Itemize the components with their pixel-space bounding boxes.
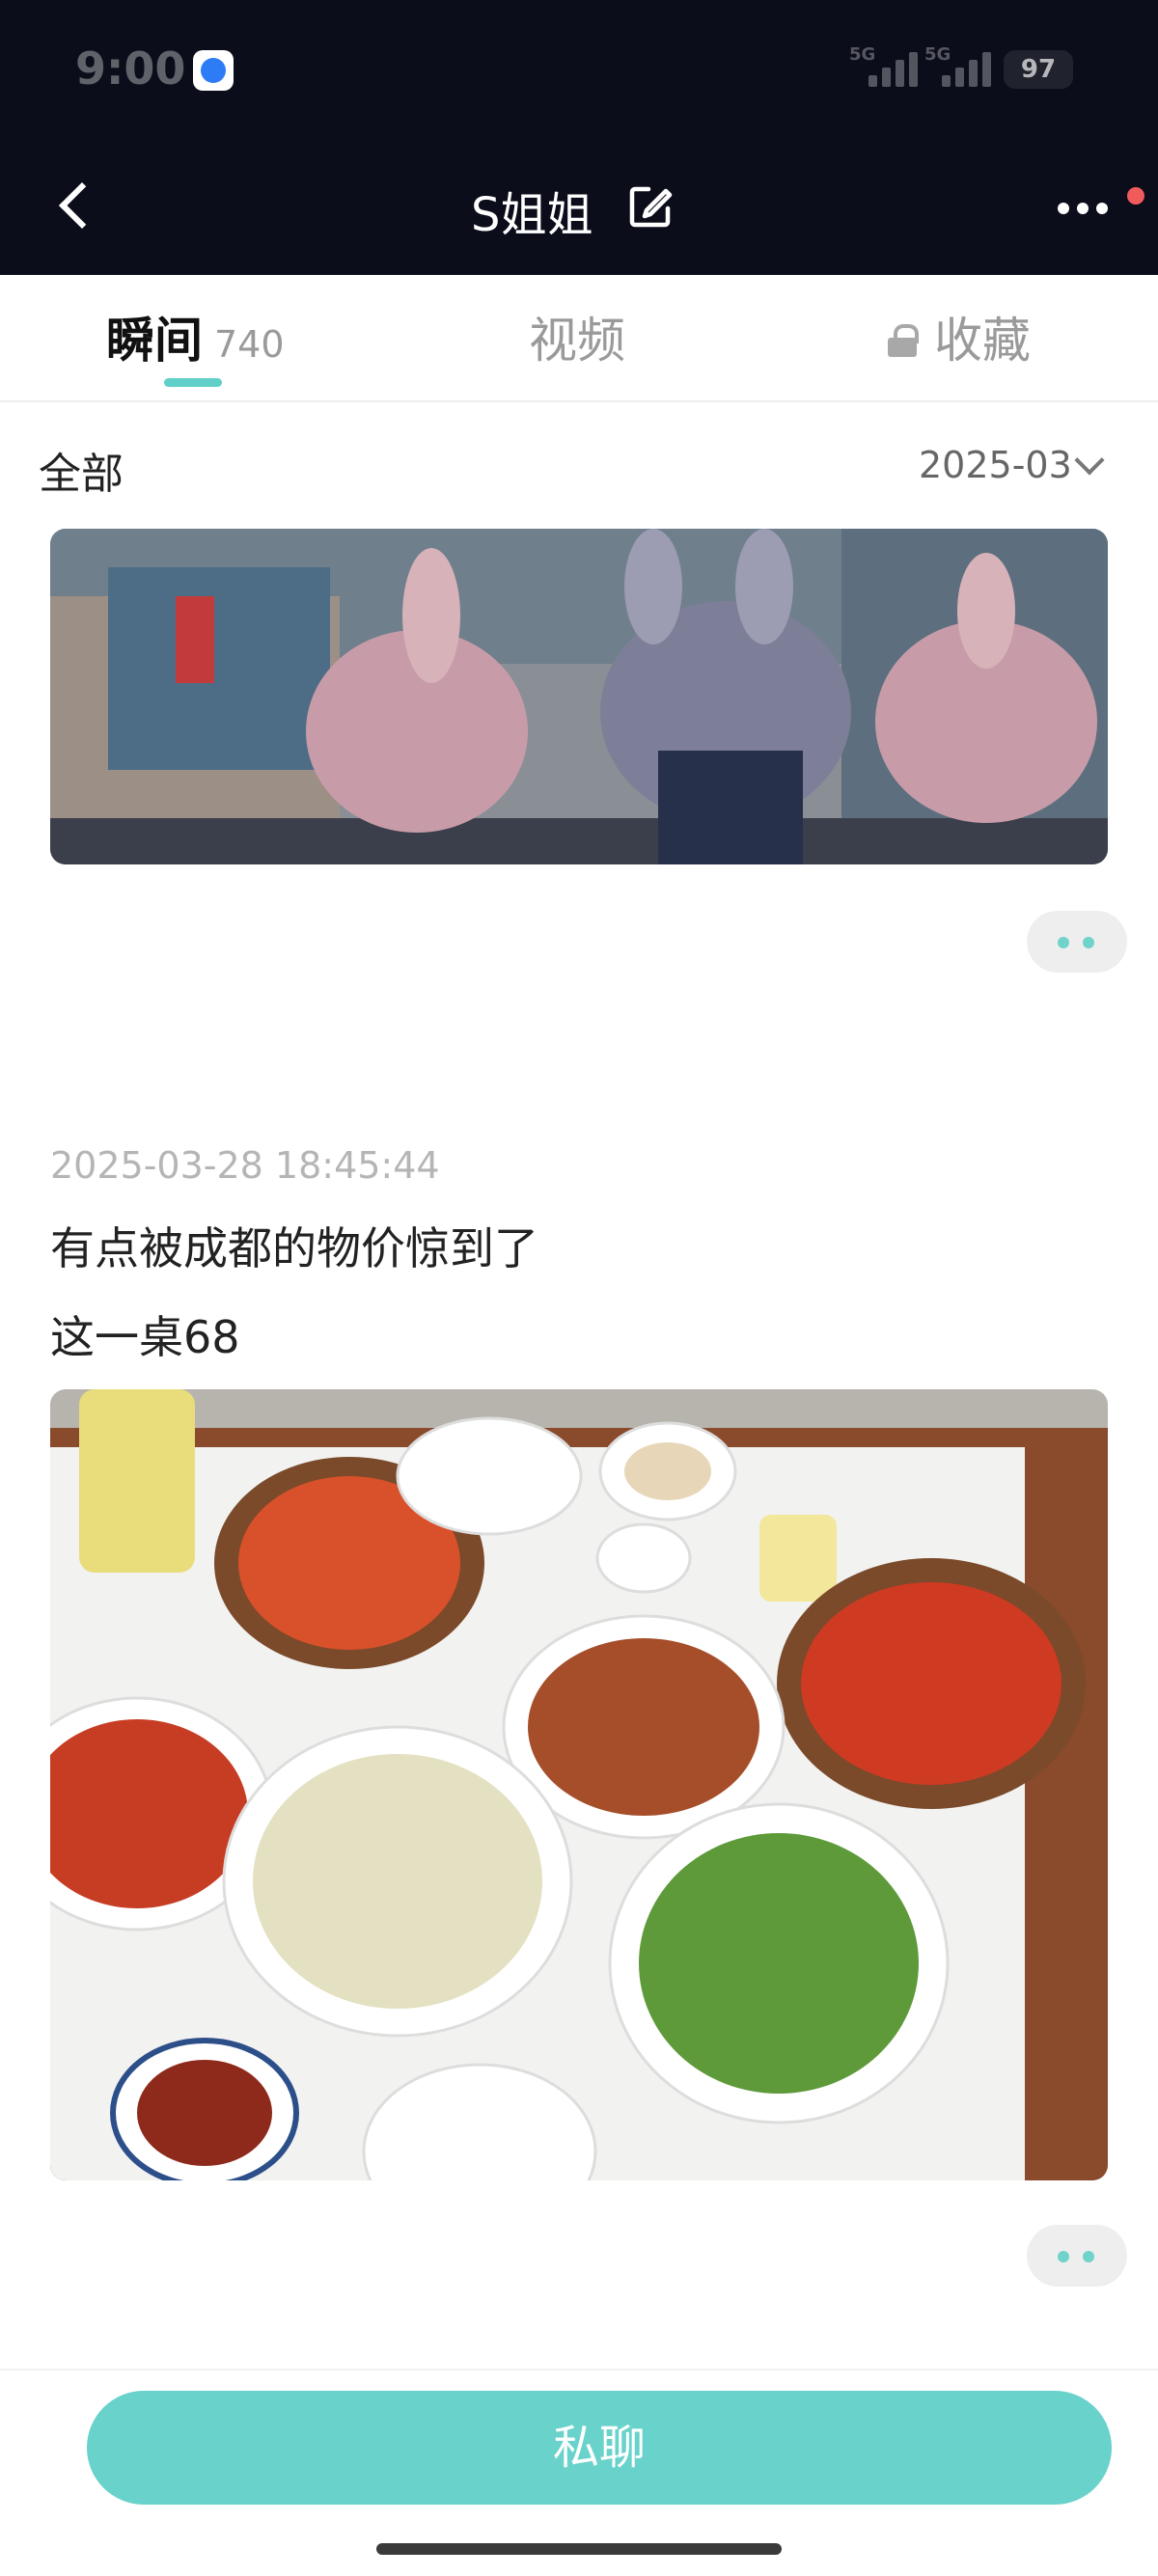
tab-videos[interactable]: 视频 xyxy=(529,302,625,371)
signal-icon xyxy=(868,52,923,87)
food-photo-illustration xyxy=(50,1389,1108,2180)
plush-photo-illustration xyxy=(50,529,1108,864)
app-notification-icon xyxy=(193,50,234,91)
lock-icon xyxy=(888,323,919,357)
back-icon[interactable] xyxy=(48,174,102,237)
home-indicator xyxy=(376,2543,782,2555)
active-tab-indicator xyxy=(164,378,222,387)
tab-bar: 瞬间 740 视频 收藏 xyxy=(0,275,1158,402)
tab-favorites[interactable]: 收藏 xyxy=(888,302,1031,371)
battery-indicator: 97 xyxy=(1004,50,1073,89)
tab-moments[interactable]: 瞬间 740 xyxy=(106,302,285,371)
post-more-button[interactable] xyxy=(1027,911,1127,973)
signal-icon-2 xyxy=(942,52,996,87)
edit-icon[interactable] xyxy=(627,183,674,230)
post-timestamp: 2025-03-28 18:45:44 xyxy=(50,1144,440,1187)
status-time: 9:00 xyxy=(75,42,186,95)
tab-favorites-label: 收藏 xyxy=(934,313,1031,369)
post-photo-food[interactable] xyxy=(50,1389,1108,2180)
tab-videos-label: 视频 xyxy=(529,313,625,369)
post-text-line-1: 有点被成都的物价惊到了 xyxy=(50,1222,538,1274)
private-chat-button[interactable]: 私聊 xyxy=(87,2391,1112,2505)
month-selector[interactable]: 2025-03 xyxy=(919,444,1072,486)
notification-dot xyxy=(1127,187,1144,205)
tab-moments-count: 740 xyxy=(214,323,285,366)
top-header: 9:00 5G 5G 97 S姐姐 xyxy=(0,0,1158,275)
page-title: S姐姐 xyxy=(471,188,593,242)
more-icon[interactable] xyxy=(1052,189,1114,228)
post-more-button-2[interactable] xyxy=(1027,2225,1127,2287)
post-text-line-2: 这一桌68 xyxy=(50,1311,240,1363)
filter-all[interactable]: 全部 xyxy=(39,439,124,501)
post-photo-plush[interactable] xyxy=(50,529,1108,864)
chevron-down-icon[interactable] xyxy=(1074,445,1105,476)
tab-moments-label: 瞬间 xyxy=(106,313,203,369)
